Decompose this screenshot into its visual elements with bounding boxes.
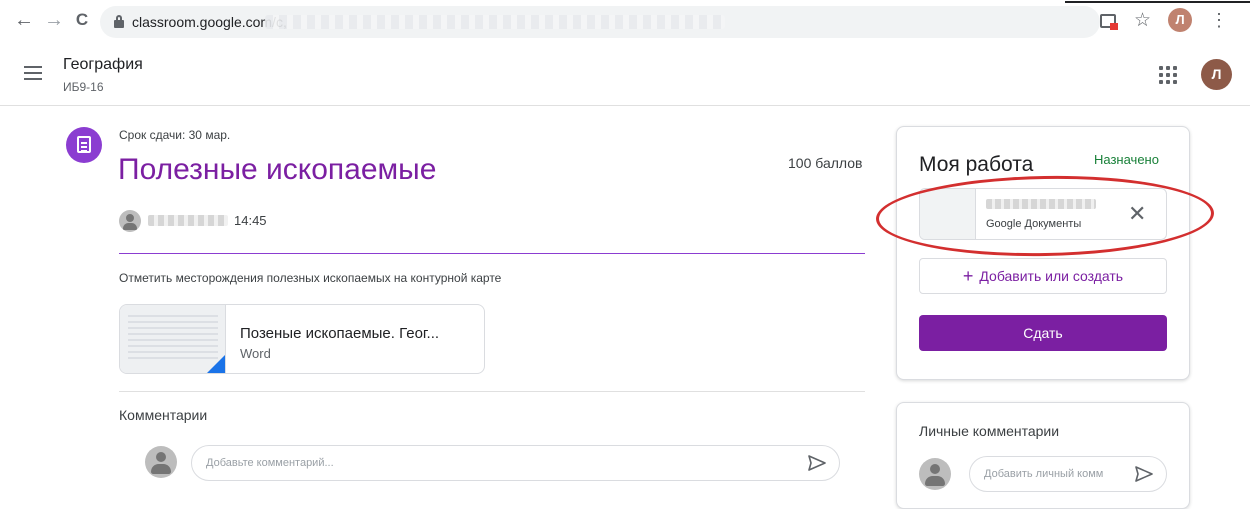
post-time: 14:45 [234,213,267,228]
address-bar[interactable]: classroom.google.com/c, [100,6,1100,38]
extension-icon[interactable] [1100,14,1118,30]
author-name-redacted [148,215,228,226]
back-icon[interactable]: ← [14,10,34,30]
attachment-card[interactable]: Позеные ископаемые. Геог... Word [119,304,485,374]
private-commenter-avatar [919,458,951,490]
url-text: classroom.google.com/c, [132,14,287,30]
commenter-avatar [145,446,177,478]
send-comment-icon[interactable] [808,455,826,471]
lock-icon [114,15,124,28]
points: 100 баллов [788,155,863,171]
assignment-title: Полезные ископаемые [118,153,437,186]
submit-button[interactable]: Сдать [919,315,1167,351]
add-or-create-label: Добавить или создать [979,268,1124,284]
plus-icon: + [962,266,974,286]
status-badge: Назначено [1094,152,1159,167]
private-comments-card: Личные комментарии [896,402,1190,509]
url-redacted [265,15,725,29]
class-section: ИБ9-16 [63,80,104,94]
add-or-create-button[interactable]: + Добавить или создать [919,258,1167,294]
attachment-type: Word [240,346,271,361]
assignment-icon [66,127,102,163]
google-apps-icon[interactable] [1159,66,1177,84]
account-avatar[interactable]: Л [1201,59,1232,90]
attachment-thumbnail [120,305,226,373]
class-title[interactable]: География [63,56,143,74]
classroom-header: География ИБ9-16 Л [0,44,1250,106]
word-corner-icon [205,355,225,373]
comments-divider [119,391,865,392]
assignment-description: Отметить месторождения полезных ископаем… [119,271,502,285]
browser-toolbar: ← → C classroom.google.com/c, ☆ Л ⋮ [0,0,1250,44]
my-work-title: Моя работа [919,153,1034,176]
comment-input[interactable] [191,445,840,481]
browser-profile-avatar[interactable]: Л [1168,8,1192,32]
author-avatar [119,210,141,232]
title-divider [119,253,865,254]
private-comments-heading: Личные комментарии [919,423,1060,439]
send-private-comment-icon[interactable] [1135,466,1153,482]
forward-icon[interactable]: → [44,10,64,30]
attachment-title: Позеные ископаемые. Геог... [240,325,440,342]
browser-menu-icon[interactable]: ⋮ [1210,10,1228,31]
hamburger-menu-icon[interactable] [24,66,42,80]
reload-icon[interactable]: C [72,10,92,30]
due-date: Срок сдачи: 30 мар. [119,128,231,142]
comments-heading: Комментарии [119,407,208,423]
bookmark-star-icon[interactable]: ☆ [1134,9,1151,32]
